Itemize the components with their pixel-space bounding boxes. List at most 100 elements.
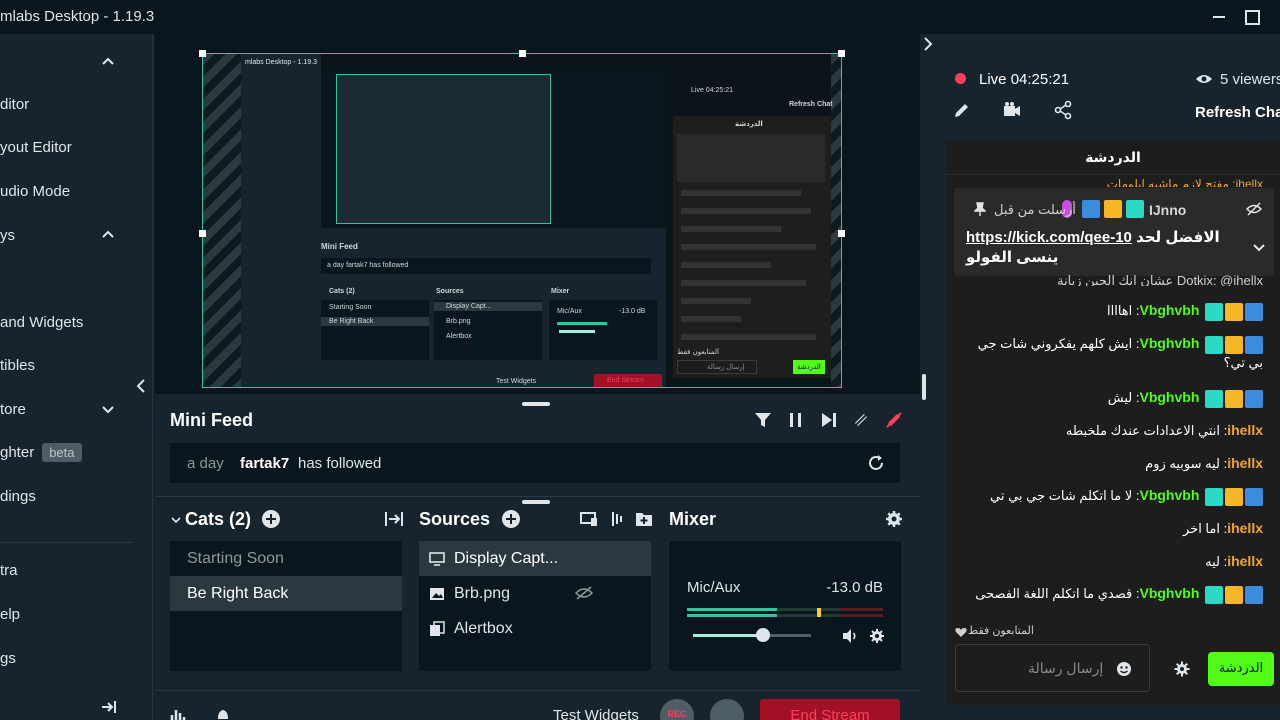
- pin-icon: [973, 202, 987, 216]
- chat-username[interactable]: Vbghvbh: [1139, 585, 1199, 601]
- hide-eye-icon[interactable]: [1245, 202, 1263, 216]
- chevron-down-icon[interactable]: [100, 401, 116, 417]
- resize-handle[interactable]: [519, 50, 526, 57]
- pinned-username: IJnno: [1149, 202, 1187, 218]
- preview-mini-send-label: الدردشة: [797, 364, 821, 371]
- chevron-down-icon[interactable]: [1252, 240, 1266, 254]
- repeat-alert-icon[interactable]: [866, 453, 886, 473]
- nav-item-settings[interactable]: gs: [0, 650, 16, 667]
- scrollbar[interactable]: [922, 374, 926, 400]
- pause-icon[interactable]: [787, 411, 805, 429]
- nav-item-ultra[interactable]: tra: [0, 562, 18, 579]
- nav-item-overlays[interactable]: ys: [0, 227, 15, 244]
- source-item[interactable]: Brb.png: [419, 576, 651, 611]
- chat-username[interactable]: Vbghvbh: [1139, 335, 1199, 351]
- resize-handle[interactable]: [838, 50, 845, 57]
- source-item-active[interactable]: Display Capt...: [419, 541, 651, 576]
- pinned-link[interactable]: https://kick.com/qee-10: [966, 229, 1132, 246]
- emoji-icon[interactable]: [1116, 661, 1132, 677]
- resize-handle[interactable]: [199, 230, 206, 237]
- volume-slider-knob[interactable]: [755, 628, 770, 642]
- chat-username[interactable]: ihellx: [1227, 422, 1263, 438]
- chevron-up-icon[interactable]: [100, 54, 116, 70]
- chevron-up-icon[interactable]: [100, 227, 116, 243]
- preview-mini-mic: Mic/Aux: [557, 308, 582, 315]
- refresh-chat-button[interactable]: Refresh Chat: [1195, 104, 1280, 121]
- add-folder-icon[interactable]: [634, 509, 654, 529]
- speaker-icon[interactable]: [841, 627, 859, 645]
- source-item[interactable]: Alertbox: [419, 611, 651, 646]
- gear-icon[interactable]: [884, 509, 904, 529]
- nav-item-editor[interactable]: ditor: [0, 96, 29, 113]
- drag-handle[interactable]: [522, 500, 550, 504]
- chat-username[interactable]: ihellx: [1227, 520, 1263, 536]
- maximize-icon[interactable]: [1241, 6, 1261, 26]
- mute-sound-icon[interactable]: [885, 411, 903, 429]
- scene-transitions-icon[interactable]: [384, 509, 404, 529]
- minimize-icon[interactable]: [1209, 6, 1229, 26]
- chat-text: ليش: [1107, 390, 1133, 405]
- mute-alerts-icon[interactable]: [852, 411, 870, 429]
- sources-list: Display Capt... Brb.png Alertbox: [419, 541, 651, 671]
- nav-item-help[interactable]: elp: [0, 606, 20, 623]
- mixer-channel-label: Mic/Aux: [687, 579, 741, 596]
- chat-input-placeholder: إرسال رسالة: [1028, 660, 1104, 676]
- badge-og-icon: [1205, 389, 1223, 408]
- scene-collection-title[interactable]: Cats (2): [185, 509, 251, 530]
- scene-item[interactable]: Starting Soon: [170, 541, 402, 576]
- camera-icon[interactable]: [1002, 100, 1022, 120]
- collapse-left-icon[interactable]: [134, 376, 148, 396]
- share-icon[interactable]: [1053, 100, 1073, 120]
- eye-icon[interactable]: [1195, 72, 1213, 86]
- heart-icon: [955, 625, 967, 637]
- title-bar: mlabs Desktop - 1.19.3: [0, 0, 1280, 34]
- nav-item-app-store[interactable]: tore: [0, 401, 26, 418]
- logout-icon[interactable]: [100, 698, 118, 716]
- filter-icon[interactable]: [754, 411, 772, 429]
- resize-handle[interactable]: [838, 230, 845, 237]
- volume-slider-fill: [693, 634, 763, 637]
- nav-item-alerts-widgets[interactable]: and Widgets: [0, 314, 83, 331]
- chat-username[interactable]: Vbghvbh: [1139, 302, 1199, 318]
- nav-item-collectibles[interactable]: tibles: [0, 357, 35, 374]
- badge-mod-icon: [1245, 585, 1263, 604]
- source-group-icon[interactable]: [607, 509, 627, 529]
- replay-buffer-button[interactable]: [710, 699, 744, 720]
- chat-username[interactable]: ihellx: [1227, 553, 1263, 569]
- chat-username[interactable]: ihellx: [1227, 455, 1263, 471]
- add-source-icon[interactable]: [501, 509, 521, 529]
- skip-icon[interactable]: [820, 411, 838, 429]
- edit-stream-icon[interactable]: [952, 100, 972, 120]
- test-widgets-button[interactable]: Test Widgets: [553, 707, 639, 720]
- selective-recording-icon[interactable]: [579, 509, 599, 529]
- chat-message-input[interactable]: إرسال رسالة: [955, 644, 1150, 692]
- chat-username[interactable]: Vbghvbh: [1139, 487, 1199, 503]
- hidden-eye-icon[interactable]: [574, 586, 594, 600]
- nav-item-recordings[interactable]: dings: [0, 488, 36, 505]
- end-stream-button[interactable]: End Stream: [760, 699, 900, 720]
- collapse-right-icon[interactable]: [921, 34, 935, 54]
- resize-handle[interactable]: [199, 50, 206, 57]
- chat-username[interactable]: Vbghvbh: [1139, 389, 1199, 405]
- notification-bell-icon[interactable]: [215, 707, 231, 720]
- nav-item-layout-editor[interactable]: yout Editor: [0, 139, 72, 156]
- chevron-down-icon[interactable]: [170, 513, 182, 525]
- scene-item-active[interactable]: Be Right Back: [170, 576, 402, 611]
- badge-crown-icon: [1225, 389, 1243, 408]
- preview-mini-src3: Alertbox: [446, 333, 472, 340]
- chat-settings-gear-icon[interactable]: [1173, 660, 1191, 678]
- record-button[interactable]: REC: [660, 699, 694, 720]
- nav-item-highlighter[interactable]: ghter beta: [0, 443, 82, 462]
- volume-slider-track[interactable]: [693, 628, 811, 642]
- gear-icon[interactable]: [868, 627, 886, 645]
- nav-item-studio-mode[interactable]: udio Mode: [0, 183, 70, 200]
- stream-preview[interactable]: mlabs Desktop - 1.19.3 Mini Feed a day f…: [202, 53, 842, 388]
- pinned-text-line2: ينسى الفولو: [966, 249, 1059, 266]
- chat-send-button[interactable]: الدردشة: [1208, 652, 1274, 686]
- pinned-message: IJnno أرسلت من قبل https://kick.com/qee-…: [954, 188, 1274, 276]
- pinned-text: الافضل لحد: [1136, 229, 1220, 246]
- add-scene-icon[interactable]: [261, 509, 281, 529]
- performance-icon[interactable]: [170, 707, 186, 720]
- chat-text: ليه: [1205, 554, 1220, 569]
- drag-handle[interactable]: [522, 402, 550, 406]
